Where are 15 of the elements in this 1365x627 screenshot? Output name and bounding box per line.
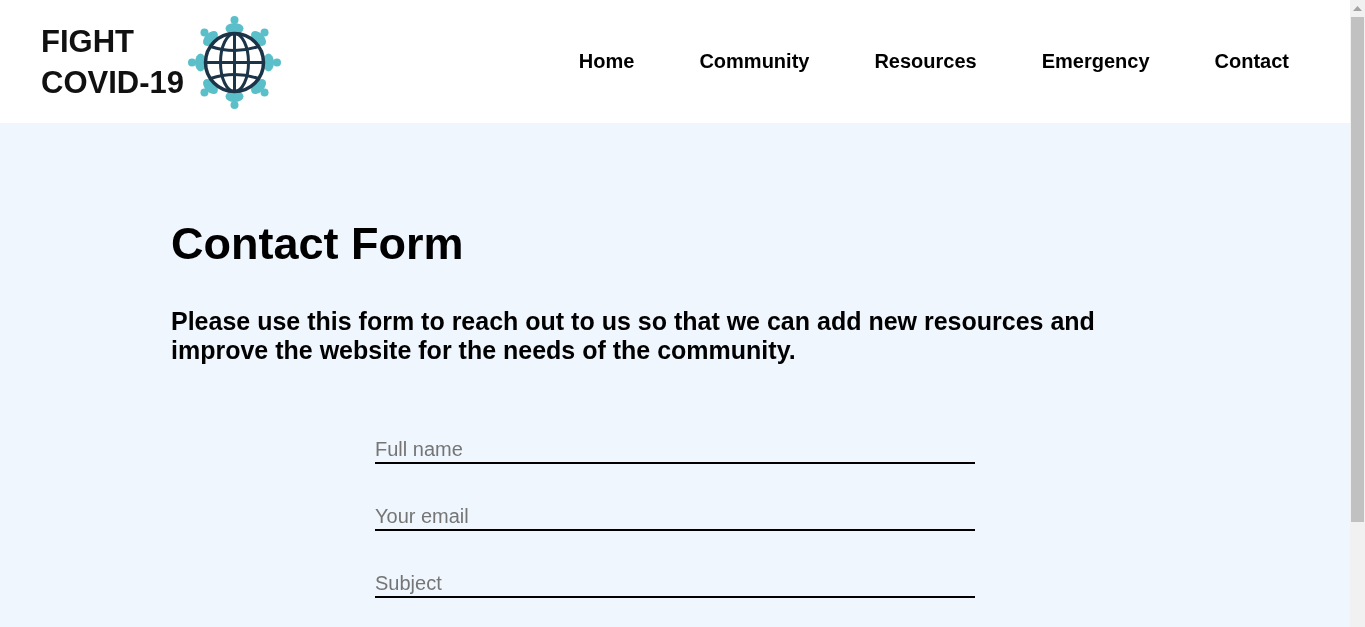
logo-text: FIGHT COVID-19 <box>41 22 184 102</box>
nav-link[interactable]: Emergency <box>1041 50 1150 73</box>
input-field[interactable]: Subject <box>375 569 975 598</box>
nav-link[interactable]: Community <box>699 50 810 73</box>
intro-text: Please use this form to reach out to us so that we can add new resources and improve the website for the needs of the community. <box>171 306 1096 365</box>
page-heading: Contact Form <box>171 218 465 270</box>
nav-link[interactable]: Contact <box>1214 50 1289 73</box>
nav-link[interactable]: Home <box>578 50 635 73</box>
up-arrow-icon[interactable] <box>1353 6 1362 11</box>
input-field[interactable]: Your email <box>375 502 975 531</box>
globe-people-icon <box>188 15 281 109</box>
input-field[interactable]: Full name <box>375 435 975 464</box>
scrollbar[interactable] <box>1350 0 1365 627</box>
nav-link[interactable]: Resources <box>874 50 977 73</box>
scrollbar-thumb[interactable] <box>1351 17 1364 522</box>
